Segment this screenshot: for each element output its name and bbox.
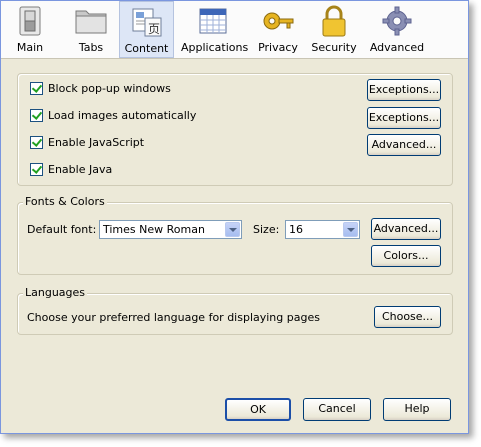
load-images-checkbox[interactable] — [30, 109, 43, 122]
javascript-advanced-button[interactable]: Advanced... — [367, 134, 441, 156]
fonts-advanced-button[interactable]: Advanced... — [371, 218, 441, 240]
fonts-colors-legend: Fonts & Colors — [23, 195, 107, 208]
languages-legend: Languages — [23, 286, 88, 299]
key-mask-icon — [263, 12, 294, 30]
enable-javascript-label: Enable JavaScript — [48, 136, 145, 149]
tab-main[interactable]: Main — [10, 1, 50, 58]
content-page-icon: 页 — [132, 8, 161, 37]
gear-icon — [382, 6, 412, 36]
switch-icon — [19, 6, 41, 36]
font-size-select[interactable]: 16 — [285, 220, 360, 239]
block-popups-label: Block pop-up windows — [48, 82, 171, 95]
size-label: Size: — [253, 223, 280, 236]
popup-exceptions-button[interactable]: Exceptions... — [367, 79, 441, 101]
cancel-button[interactable]: Cancel — [303, 398, 371, 421]
languages-description: Choose your preferred language for displ… — [27, 311, 320, 324]
block-popups-checkbox[interactable] — [30, 82, 43, 95]
tab-content[interactable]: 页 Content — [119, 1, 174, 58]
folder-tabs-icon — [75, 10, 107, 34]
enable-java-label: Enable Java — [48, 163, 113, 176]
chevron-down-icon — [343, 222, 358, 237]
tab-tabs-label: Tabs — [78, 41, 104, 54]
default-font-value: Times New Roman — [103, 223, 205, 236]
applications-calendar-icon — [199, 8, 227, 34]
choose-languages-button[interactable]: Choose... — [374, 306, 441, 328]
default-font-select[interactable]: Times New Roman — [99, 220, 242, 239]
help-button[interactable]: Help — [383, 398, 451, 421]
chevron-down-icon — [225, 222, 240, 237]
svg-text:页: 页 — [148, 22, 160, 36]
tab-applications[interactable]: Applications — [181, 1, 249, 58]
tab-main-label: Main — [16, 41, 44, 54]
tab-tabs[interactable]: Tabs — [68, 1, 114, 58]
padlock-icon — [322, 5, 346, 37]
ok-button[interactable]: OK — [225, 398, 291, 421]
tab-security-label: Security — [311, 41, 357, 54]
default-font-label: Default font: — [27, 223, 97, 236]
tab-advanced[interactable]: Advanced — [368, 1, 426, 58]
tab-privacy[interactable]: Privacy — [256, 1, 300, 58]
font-size-value: 16 — [289, 223, 303, 236]
tab-applications-label: Applications — [181, 41, 249, 54]
preferences-toolbar: Main Tabs 页 Content Applications Privacy… — [1, 1, 468, 59]
load-images-label: Load images automatically — [48, 109, 197, 122]
colors-button[interactable]: Colors... — [371, 245, 441, 267]
enable-java-checkbox[interactable] — [30, 163, 43, 176]
preferences-window: Main Tabs 页 Content Applications Privacy… — [0, 0, 469, 434]
tab-privacy-label: Privacy — [258, 41, 298, 54]
tab-content-label: Content — [124, 42, 169, 55]
enable-javascript-checkbox[interactable] — [30, 136, 43, 149]
tab-security[interactable]: Security — [310, 1, 358, 58]
tab-advanced-label: Advanced — [369, 41, 425, 54]
image-exceptions-button[interactable]: Exceptions... — [367, 107, 441, 129]
